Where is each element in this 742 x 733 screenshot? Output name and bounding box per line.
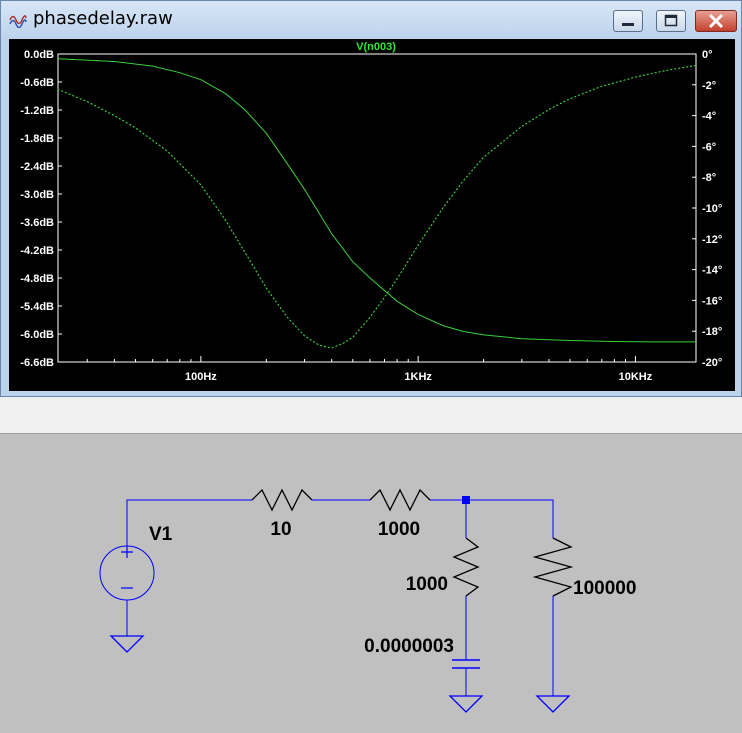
y-right-tick-label: -18° <box>702 326 722 338</box>
y-right-tick-label: -10° <box>702 203 722 215</box>
y-right-tick-label: -6° <box>702 141 716 153</box>
y-right-tick-label: -14° <box>702 265 722 277</box>
minimize-button[interactable] <box>613 10 643 32</box>
y-left-tick-label: -3.6dB <box>20 217 54 229</box>
resistor-r3-symbol[interactable] <box>452 537 480 597</box>
minimize-icon <box>622 23 634 26</box>
y-right-tick-label: -4° <box>702 111 716 123</box>
chart-title[interactable]: V(n003) <box>356 41 396 53</box>
y-right-tick-label: -16° <box>702 295 722 307</box>
magnitude-trace[interactable] <box>57 58 696 343</box>
r3-value[interactable]: 1000 <box>406 574 448 595</box>
ground-cap-icon <box>448 695 484 713</box>
x-tick-label: 100Hz <box>185 371 217 383</box>
node-junction[interactable] <box>462 496 470 504</box>
wire-source-top[interactable] <box>126 499 252 546</box>
maximize-button[interactable] <box>656 10 686 32</box>
capacitor-symbol[interactable] <box>452 659 480 669</box>
c-value[interactable]: 0.0000003 <box>364 636 454 657</box>
schematic-pane[interactable]: V1 10 1000 1000 100000 0.0000003 <box>0 434 742 728</box>
phase-trace[interactable] <box>57 64 697 349</box>
y-left-tick-label: -5.4dB <box>20 301 54 313</box>
r2-value[interactable]: 1000 <box>378 519 420 540</box>
source-label[interactable]: V1 <box>149 524 173 545</box>
r4-value[interactable]: 100000 <box>573 578 636 599</box>
waveform-file-icon <box>9 15 27 28</box>
y-left-tick-label: -6.0dB <box>20 329 54 341</box>
title-bar[interactable]: phasedelay.raw <box>1 1 741 39</box>
resistor-r2-symbol[interactable] <box>369 488 431 512</box>
resistor-r4-symbol[interactable] <box>532 537 574 597</box>
y-left-tick-label: -4.8dB <box>20 273 54 285</box>
x-tick-label: 10KHz <box>619 371 653 383</box>
y-right-tick-label: -12° <box>702 234 722 246</box>
y-left-tick-label: -1.2dB <box>20 105 54 117</box>
resistor-r1-symbol[interactable] <box>251 488 313 512</box>
maximize-icon <box>664 14 678 27</box>
window-gap <box>0 397 742 434</box>
y-right-tick-label: 0° <box>702 49 713 61</box>
y-right-tick-label: -20° <box>702 357 722 369</box>
y-right-tick-label: -8° <box>702 172 716 184</box>
window-title: phasedelay.raw <box>33 8 173 29</box>
y-left-tick-label: -6.6dB <box>20 357 54 369</box>
x-tick-label: 1KHz <box>404 371 432 383</box>
y-left-tick-label: -1.8dB <box>20 133 54 145</box>
y-left-tick-label: -3.0dB <box>20 189 54 201</box>
ground-source-icon <box>109 635 145 653</box>
waveform-window: phasedelay.raw V(n003) 0.0dB -0.6dB -1.2dB… <box>0 0 742 397</box>
bode-plot[interactable]: V(n003) 0.0dB -0.6dB -1.2dB -1.8dB -2.4dB -3.… <box>9 39 735 391</box>
plot-frame <box>57 53 697 363</box>
y-left-tick-label: -2.4dB <box>20 161 54 173</box>
wire-node[interactable] <box>430 499 554 538</box>
plus-icon <box>121 546 133 558</box>
y-left-tick-label: -4.2dB <box>20 245 54 257</box>
y-right-tick-label: -2° <box>702 80 716 92</box>
schematic[interactable]: V1 10 1000 1000 100000 0.0000003 <box>0 434 742 728</box>
ground-load-icon <box>535 695 571 713</box>
plot-pane[interactable]: V(n003) 0.0dB -0.6dB -1.2dB -1.8dB -2.4dB -3.… <box>9 39 735 391</box>
y-left-tick-label: -0.6dB <box>20 77 54 89</box>
close-icon <box>708 13 724 29</box>
y-left-tick-label: 0.0dB <box>24 49 54 61</box>
r1-value[interactable]: 10 <box>270 519 291 540</box>
close-button[interactable] <box>695 10 737 32</box>
